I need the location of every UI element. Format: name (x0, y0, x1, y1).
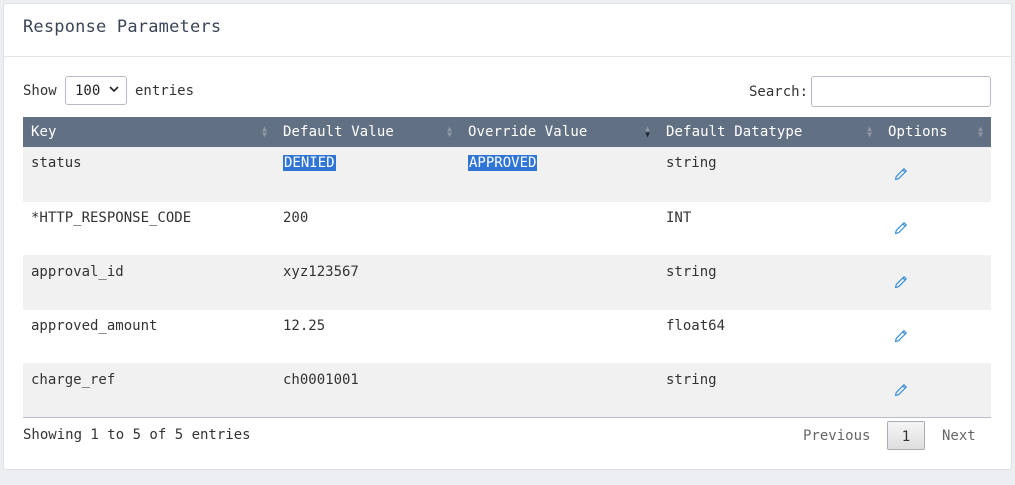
card-header: Response Parameters (4, 4, 1011, 57)
cell-key: *HTTP_RESPONSE_CODE (31, 209, 192, 226)
table-controls: Show 100 entries Search: (4, 76, 1013, 110)
entries-label: entries (135, 83, 195, 99)
card-title: Response Parameters (23, 17, 222, 37)
cell-override-value (460, 363, 658, 417)
cell-key: charge_ref (31, 371, 116, 388)
cell-override-value (460, 201, 658, 255)
cell-options (880, 201, 991, 255)
sort-desc-icon: ▲ ▼ (645, 124, 650, 139)
sort-icon: ▲ ▼ (447, 124, 452, 139)
sort-icon: ▲ ▼ (867, 124, 872, 139)
pencil-icon[interactable] (893, 382, 909, 398)
previous-page-button[interactable]: Previous (803, 421, 870, 450)
search-input[interactable] (811, 76, 991, 107)
cell-key: approval_id (31, 263, 124, 280)
cell-override-value (460, 255, 658, 309)
cell-options (880, 309, 991, 363)
table-info: Showing 1 to 5 of 5 entries (23, 427, 251, 443)
entries-length-value: 100 (75, 83, 101, 99)
cell-default-value: 200 (283, 209, 309, 226)
cell-default-value: ch0001001 (283, 371, 359, 388)
table-row: approved_amount 12.25 float64 (23, 309, 991, 363)
table-row: *HTTP_RESPONSE_CODE 200 INT (23, 201, 991, 255)
table-row: approval_id xyz123567 string (23, 255, 991, 309)
column-header-override-value[interactable]: Override Value ▲ ▼ (460, 117, 658, 147)
cell-datatype: string (666, 263, 717, 280)
cell-override-value: APPROVED (460, 147, 658, 201)
show-label: Show (23, 83, 57, 99)
sort-icon: ▲ ▼ (978, 124, 983, 139)
cell-default-value: 12.25 (283, 317, 326, 334)
cell-datatype: float64 (666, 317, 726, 334)
cell-key: approved_amount (31, 317, 158, 334)
cell-options (880, 255, 991, 309)
response-parameters-card: Response Parameters Show 100 entries Sea… (3, 3, 1012, 470)
column-header-options[interactable]: Options ▲ ▼ (880, 117, 991, 147)
table-header-row: Key ▲ ▼ Default Value ▲ ▼ Override Value ▲… (23, 117, 991, 147)
cell-override-value (460, 309, 658, 363)
chevron-down-icon (109, 83, 119, 97)
cell-datatype: INT (666, 209, 692, 226)
table-row: status DENIED APPROVED string (23, 147, 991, 201)
cell-default-value: xyz123567 (283, 263, 359, 280)
selected-text: APPROVED (468, 155, 538, 171)
pencil-icon[interactable] (893, 274, 909, 290)
entries-length-select[interactable]: 100 (65, 76, 127, 105)
pencil-icon[interactable] (893, 166, 909, 182)
cell-options (880, 147, 991, 201)
sort-icon: ▲ ▼ (262, 124, 267, 139)
column-header-default-datatype[interactable]: Default Datatype ▲ ▼ (658, 117, 880, 147)
column-header-key[interactable]: Key ▲ ▼ (23, 117, 275, 147)
response-parameters-table: Key ▲ ▼ Default Value ▲ ▼ Override Value ▲… (23, 117, 991, 418)
pencil-icon[interactable] (893, 220, 909, 236)
cell-key: status (31, 155, 82, 171)
pencil-icon[interactable] (893, 328, 909, 344)
column-header-default-value[interactable]: Default Value ▲ ▼ (275, 117, 460, 147)
next-page-button[interactable]: Next (942, 421, 976, 450)
page-1-button[interactable]: 1 (887, 421, 925, 450)
cell-datatype: string (666, 371, 717, 388)
cell-datatype: string (666, 155, 717, 171)
table-row: charge_ref ch0001001 string (23, 363, 991, 417)
selected-text: DENIED (283, 155, 336, 171)
search-label: Search: (749, 84, 809, 100)
cell-default-value: DENIED (275, 147, 460, 201)
cell-options (880, 363, 991, 417)
